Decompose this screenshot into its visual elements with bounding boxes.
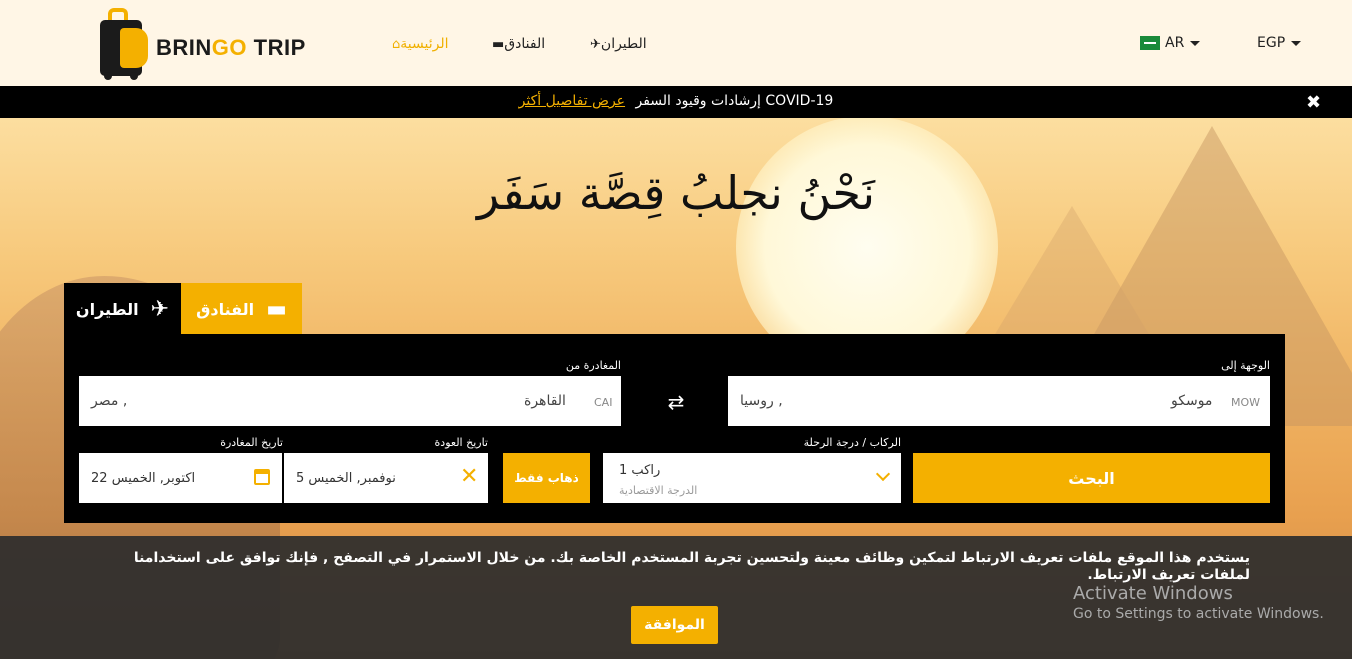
suitcase-logo-icon [98, 6, 150, 80]
passengers-select[interactable]: راكب 1 الدرجة الاقتصادية [603, 453, 901, 503]
origin-city: القاهرة [524, 393, 566, 409]
destination-code: MOW [1231, 396, 1261, 409]
return-label: تاريخ العودة [434, 436, 488, 449]
language-selector[interactable]: AR [1140, 35, 1201, 51]
covid-banner: COVID-19 إرشادات وقيود السفر عرض تفاصيل … [0, 86, 1352, 118]
nav-home[interactable]: ⌂ الرئيسية [384, 36, 449, 52]
caret-down-icon [1291, 40, 1302, 46]
origin-code: CAI [594, 396, 613, 409]
chevron-down-icon [875, 466, 891, 482]
brand-name: BRINGO TRIP [156, 35, 306, 60]
tab-flights[interactable]: الطيران ✈ [64, 283, 181, 335]
windows-activation-watermark: Activate Windows Go to Settings to activ… [1073, 583, 1324, 622]
site-header: BRINGO TRIP ⌂ الرئيسية ▬ الفنادق ✈ الطير… [0, 0, 1352, 86]
clear-x-icon[interactable]: ✕ [460, 464, 478, 489]
nav-home-label: الرئيسية [400, 36, 449, 52]
swap-icon[interactable]: ⇄ [663, 389, 689, 415]
caret-down-icon [1190, 40, 1201, 46]
tab-flights-label: الطيران [75, 299, 139, 319]
covid-message-text: COVID-19 إرشادات وقيود السفر [635, 93, 834, 109]
cabin-class-value: الدرجة الاقتصادية [619, 484, 698, 497]
search-button[interactable]: البحث [913, 453, 1270, 503]
watermark-line2: Go to Settings to activate Windows. [1073, 606, 1324, 622]
currency-value: EGP [1257, 35, 1286, 51]
destination-field[interactable]: روسيا , موسكو MOW [728, 376, 1270, 426]
tab-hotels[interactable]: الفنادق ▬ [181, 283, 302, 335]
destination-country: روسيا , [740, 393, 783, 409]
covid-details-link[interactable]: عرض تفاصيل أكثر [519, 93, 625, 109]
tab-hotels-label: الفنادق [196, 299, 255, 319]
passengers-value: راكب 1 [619, 463, 661, 478]
plane-icon: ✈ [590, 36, 601, 52]
nav-flights-label: الطيران [600, 36, 647, 52]
to-label: الوجهة إلى [1221, 359, 1270, 372]
passengers-label: الركاب / درجة الرحلة [803, 436, 901, 449]
close-icon[interactable]: ✖ [1306, 92, 1321, 113]
cookie-accept-button[interactable]: الموافقة [631, 606, 718, 644]
destination-city: موسكو [1171, 393, 1213, 409]
language-value: AR [1165, 35, 1185, 51]
brand-logo[interactable]: BRINGO TRIP [98, 6, 306, 80]
nav-hotels[interactable]: ▬ الفنادق [484, 36, 545, 52]
plane-icon: ✈ [150, 296, 170, 322]
nav-hotels-label: الفنادق [504, 36, 546, 52]
covid-message: COVID-19 إرشادات وقيود السفر عرض تفاصيل … [0, 93, 1352, 109]
calendar-icon [254, 469, 270, 485]
saudi-flag-icon [1140, 36, 1160, 50]
origin-country: مصر , [91, 393, 128, 409]
bed-icon: ▬ [492, 36, 505, 52]
hero-title: نَحْنُ نجلبُ قِصَّة سَفَر [476, 166, 875, 220]
watermark-line1: Activate Windows [1073, 583, 1233, 604]
one-way-button[interactable]: ذهاب فقط [503, 453, 590, 503]
return-date-field[interactable]: 5 نوفمبر, الخميس ✕ [284, 453, 488, 503]
origin-field[interactable]: مصر , القاهرة CAI [79, 376, 621, 426]
return-date-value: 5 نوفمبر, الخميس [296, 471, 396, 486]
nav-flights[interactable]: ✈ الطيران [582, 36, 647, 52]
depart-date-value: 22 اكتوبر, الخميس [91, 471, 196, 486]
depart-label: تاريخ المغادرة [220, 436, 283, 449]
cookie-text: يستخدم هذا الموقع ملفات تعريف الارتباط ل… [133, 550, 1250, 583]
currency-selector[interactable]: EGP [1257, 35, 1302, 51]
from-label: المغادرة من [565, 359, 621, 372]
home-icon: ⌂ [392, 36, 401, 52]
depart-date-field[interactable]: 22 اكتوبر, الخميس [79, 453, 282, 503]
bed-icon: ▬ [266, 296, 287, 322]
